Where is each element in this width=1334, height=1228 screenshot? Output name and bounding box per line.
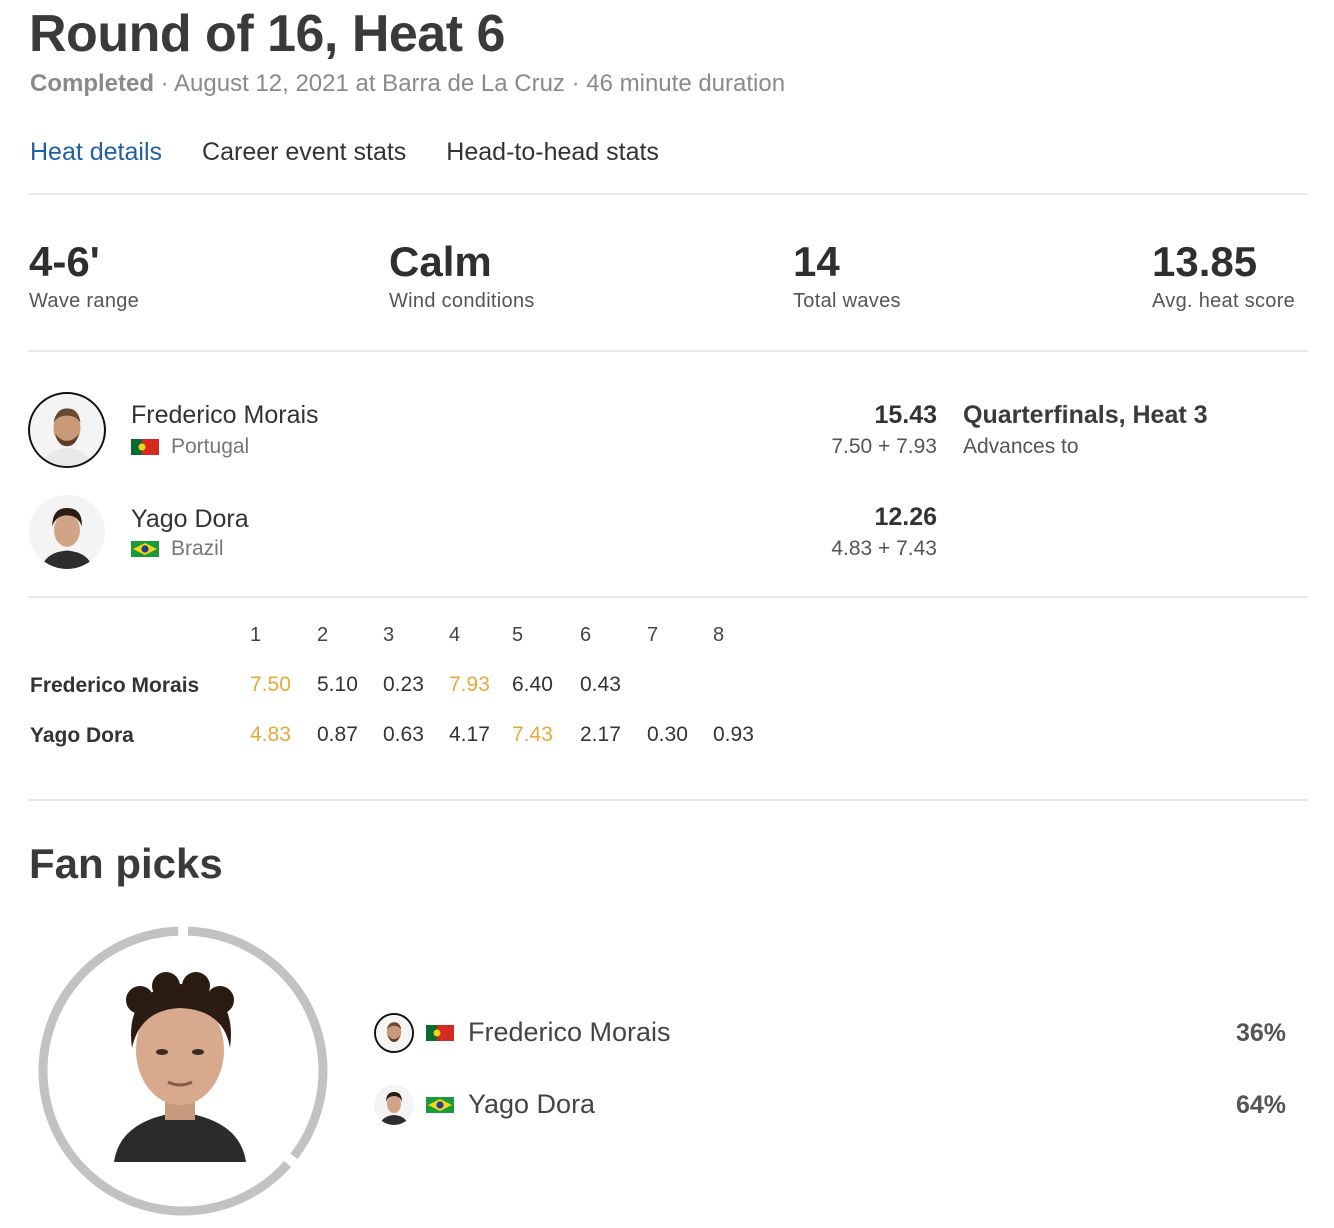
stat-wave-range: 4-6' Wave range [29, 238, 139, 313]
stat-label: Avg. heat score [1152, 290, 1296, 312]
wave-score: 6.40 [512, 673, 553, 696]
stat-label: Wave range [29, 290, 140, 312]
wave-score: 5.10 [317, 673, 358, 696]
stat-wind: Calm Wind conditions [389, 238, 535, 313]
score-breakdown: 4.83 + 7.43 [831, 537, 937, 560]
wave-score: 4.83 [250, 723, 291, 746]
page-title: Round of 16, Heat 6 [29, 5, 505, 63]
stat-avg-heat-score: 13.85 Avg. heat score [1152, 238, 1295, 313]
heat-total-score: 12.26 [874, 503, 937, 531]
stat-total-waves: 14 Total waves [793, 238, 901, 313]
avatar-yago-dora[interactable] [29, 495, 105, 569]
portugal-flag-icon [426, 1025, 454, 1041]
wave-row-athlete: Frederico Morais [30, 674, 200, 697]
avatar-frederico-morais[interactable] [28, 392, 106, 468]
wave-column-header: 3 [383, 624, 395, 646]
pick-avatar-yago-dora[interactable] [374, 1085, 414, 1125]
wave-column-header: 8 [713, 624, 725, 646]
wave-score: 0.30 [647, 723, 688, 746]
stat-label: Total waves [793, 290, 901, 312]
athlete-name[interactable]: Frederico Morais [131, 401, 319, 430]
wave-column-header: 1 [250, 624, 262, 646]
pick-percentage: 36% [1235, 1019, 1286, 1047]
wave-score: 0.87 [317, 723, 358, 746]
country-label: Portugal [171, 435, 250, 458]
wave-score: 0.93 [713, 723, 754, 746]
divider [28, 193, 1308, 195]
divider [28, 799, 1308, 801]
wave-score: 7.93 [449, 673, 490, 696]
fan-pick-leader-photo [110, 970, 250, 1162]
tab-bar: Heat details Career event stats Head-to-… [30, 138, 659, 167]
portugal-flag-icon [131, 439, 159, 455]
wave-column-header: 4 [449, 624, 461, 646]
brazil-flag-icon [426, 1097, 454, 1113]
athlete-country: Portugal [131, 435, 249, 459]
wave-column-header: 5 [512, 624, 524, 646]
wave-column-header: 2 [317, 624, 329, 646]
country-label: Brazil [171, 537, 224, 560]
wave-score: 2.17 [580, 723, 621, 746]
tab-heat-details[interactable]: Heat details [30, 138, 162, 167]
pick-athlete-name[interactable]: Frederico Morais [468, 1017, 671, 1048]
heat-total-score: 15.43 [874, 401, 937, 429]
fan-picks-title: Fan picks [29, 840, 223, 887]
stat-value: 14 [793, 238, 840, 285]
stat-value: Calm [389, 238, 492, 285]
wave-score: 7.50 [250, 673, 291, 696]
wave-score: 0.63 [383, 723, 424, 746]
wave-column-header: 7 [647, 624, 659, 646]
advances-to-heat[interactable]: Quarterfinals, Heat 3 [963, 401, 1208, 430]
wave-row-athlete: Yago Dora [30, 724, 134, 747]
heat-status: Completed [30, 70, 155, 97]
tab-head-to-head-stats[interactable]: Head-to-head stats [446, 138, 659, 167]
athlete-country: Brazil [131, 537, 224, 561]
score-breakdown: 7.50 + 7.93 [831, 435, 937, 458]
wave-score: 7.43 [512, 723, 553, 746]
stat-value: 4-6' [29, 238, 100, 285]
pick-athlete-name[interactable]: Yago Dora [468, 1089, 595, 1120]
stat-value: 13.85 [1152, 238, 1258, 285]
divider [28, 350, 1308, 352]
brazil-flag-icon [131, 541, 159, 557]
wave-score: 0.23 [383, 673, 424, 696]
wave-score: 4.17 [449, 723, 490, 746]
tab-career-event-stats[interactable]: Career event stats [202, 138, 406, 167]
stat-label: Wind conditions [389, 290, 535, 312]
divider [28, 596, 1308, 598]
heat-details: · August 12, 2021 at Barra de La Cruz · … [154, 70, 786, 97]
pick-percentage: 64% [1235, 1091, 1286, 1119]
athlete-name[interactable]: Yago Dora [131, 505, 249, 534]
wave-column-header: 6 [580, 624, 592, 646]
wave-score: 0.43 [580, 673, 621, 696]
heat-subtitle: Completed · August 12, 2021 at Barra de … [30, 70, 785, 98]
advances-to-label: Advances to [963, 435, 1079, 458]
pick-avatar-frederico-morais[interactable] [374, 1013, 414, 1053]
